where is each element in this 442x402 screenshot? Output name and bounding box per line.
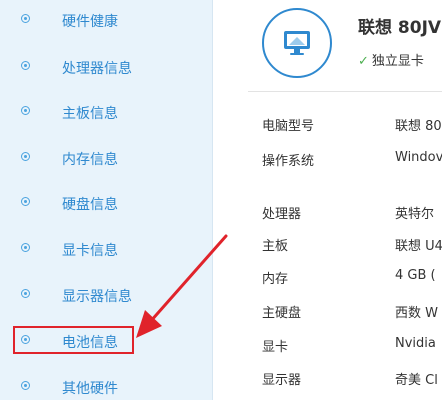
- sidebar-item-label: 显示器信息: [62, 289, 132, 305]
- sidebar-item-motherboard[interactable]: 主板信息: [0, 97, 213, 127]
- monitor-icon: [284, 31, 310, 55]
- value-memory: 4 GB (: [395, 268, 436, 283]
- main-panel: 联想 80JV ✓ 独立显卡 电脑型号 联想 80 操作系统 Windov 处理器…: [214, 0, 442, 400]
- sidebar-item-label: 内存信息: [62, 152, 118, 168]
- computer-badge: [262, 8, 332, 78]
- label-motherboard: 主板: [262, 239, 289, 254]
- value-os: Windov: [395, 150, 442, 165]
- bullet-icon: [21, 197, 30, 206]
- label-gpu: 显卡: [262, 340, 289, 355]
- divider: [248, 91, 442, 92]
- value-motherboard: 联想 U4: [395, 239, 442, 254]
- check-icon: ✓: [358, 54, 369, 69]
- gpu-type-badge: ✓ 独立显卡: [358, 50, 424, 69]
- sidebar-item-other-hardware[interactable]: 其他硬件: [0, 372, 213, 402]
- sidebar-item-label: 主板信息: [62, 106, 118, 122]
- sidebar-item-hardware-health[interactable]: 硬件健康: [0, 5, 213, 35]
- bullet-icon: [21, 243, 30, 252]
- sidebar-item-label: 其他硬件: [62, 381, 118, 397]
- label-cpu: 处理器: [262, 207, 302, 222]
- label-display: 显示器: [262, 373, 302, 388]
- bullet-icon: [21, 106, 30, 115]
- value-gpu: Nvidia: [395, 336, 436, 351]
- label-memory: 内存: [262, 272, 289, 287]
- bullet-icon: [21, 289, 30, 298]
- sidebar-item-label: 处理器信息: [62, 61, 132, 77]
- sidebar-item-label: 显卡信息: [62, 243, 118, 259]
- sidebar-item-display[interactable]: 显示器信息: [0, 280, 213, 310]
- bullet-icon: [21, 14, 30, 23]
- sidebar-item-cpu[interactable]: 处理器信息: [0, 52, 213, 82]
- sidebar-item-label: 硬盘信息: [62, 197, 118, 213]
- bullet-icon: [21, 152, 30, 161]
- badge-label: 独立显卡: [371, 54, 424, 69]
- bullet-icon: [21, 61, 30, 70]
- label-disk: 主硬盘: [262, 306, 302, 321]
- sidebar-item-label: 硬件健康: [62, 14, 118, 30]
- battery-highlight-box: [13, 326, 134, 354]
- value-model: 联想 80: [395, 119, 442, 134]
- sidebar-item-memory[interactable]: 内存信息: [0, 143, 213, 173]
- value-disk: 西数 W: [395, 306, 438, 321]
- bullet-icon: [21, 381, 30, 390]
- label-os: 操作系统: [262, 154, 315, 169]
- sidebar-item-gpu[interactable]: 显卡信息: [0, 234, 213, 264]
- sidebar: 硬件健康 处理器信息 主板信息 内存信息 硬盘信息 显卡信息 显示器信息 电池信…: [0, 0, 213, 400]
- value-cpu: 英特尔: [395, 207, 435, 222]
- computer-title: 联想 80JV: [358, 18, 442, 38]
- value-display: 奇美 Cl: [395, 373, 438, 388]
- label-model: 电脑型号: [262, 119, 315, 134]
- sidebar-item-disk[interactable]: 硬盘信息: [0, 188, 213, 218]
